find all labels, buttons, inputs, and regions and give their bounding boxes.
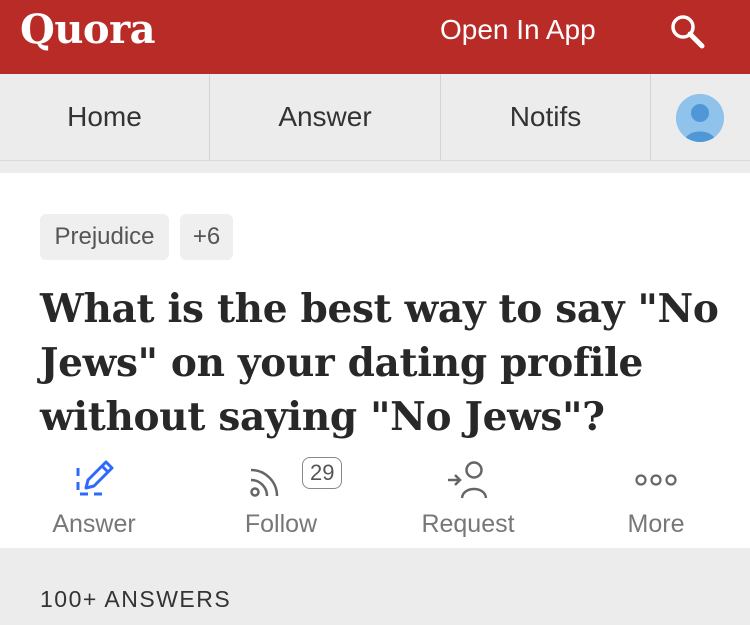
section-divider bbox=[0, 161, 750, 173]
nav-answer[interactable]: Answer bbox=[210, 74, 440, 160]
question-title[interactable]: What is the best way to say "No Jews" on… bbox=[40, 282, 720, 444]
nav-home[interactable]: Home bbox=[0, 74, 209, 160]
topic-tag-more[interactable]: +6 bbox=[180, 214, 233, 260]
answers-header: 100+ ANSWERS bbox=[0, 548, 750, 625]
topic-tag-prejudice[interactable]: Prejudice bbox=[40, 214, 169, 260]
follow-count-badge: 29 bbox=[302, 457, 343, 489]
pencil-icon bbox=[76, 460, 114, 496]
search-button[interactable] bbox=[668, 12, 708, 52]
more-dots-icon bbox=[635, 474, 677, 486]
answer-action-label: Answer bbox=[52, 510, 136, 538]
more-action-button[interactable]: More bbox=[586, 458, 726, 538]
nav-bar: Home Answer Notifs bbox=[0, 74, 750, 161]
nav-divider bbox=[650, 74, 651, 160]
nav-notifs[interactable]: Notifs bbox=[441, 74, 650, 160]
answer-action-button[interactable]: Answer bbox=[24, 458, 164, 538]
search-icon bbox=[671, 15, 705, 49]
request-action-label: Request bbox=[421, 510, 515, 538]
more-action-label: More bbox=[627, 510, 685, 538]
profile-avatar[interactable] bbox=[676, 94, 724, 142]
quora-logo[interactable]: Quora bbox=[20, 6, 156, 53]
open-in-app-button[interactable]: Open In App bbox=[440, 14, 596, 46]
request-person-icon bbox=[448, 461, 488, 499]
follow-action-label: Follow bbox=[244, 510, 318, 538]
request-action-button[interactable]: Request bbox=[398, 458, 538, 538]
top-bar: Quora Open In App bbox=[0, 0, 750, 74]
rss-icon bbox=[250, 468, 279, 497]
answers-count: 100+ ANSWERS bbox=[40, 586, 232, 612]
avatar-icon bbox=[676, 94, 724, 142]
